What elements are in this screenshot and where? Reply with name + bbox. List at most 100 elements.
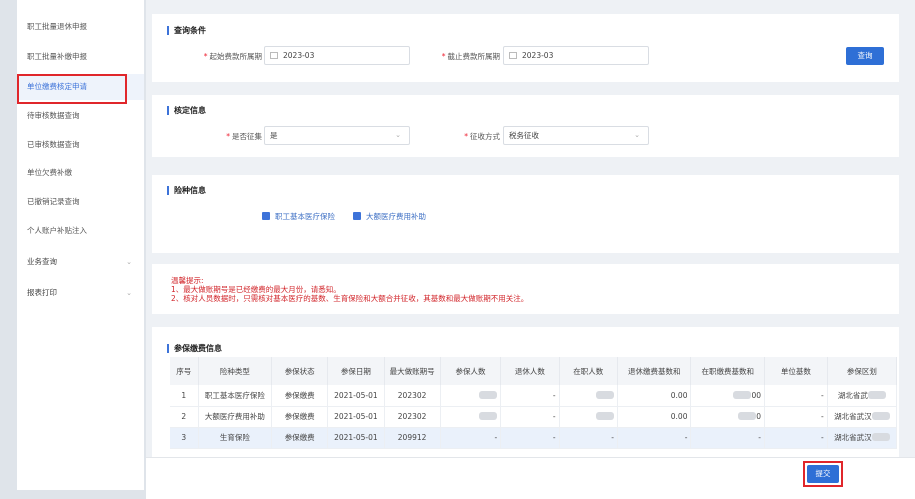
chevron-down-icon: ⌄ — [126, 289, 132, 297]
collect-select[interactable]: 是 ⌄ — [264, 126, 410, 145]
table-cell: 2 — [170, 406, 199, 428]
submit-button[interactable]: 提交 — [807, 465, 839, 483]
redacted-value — [479, 390, 498, 399]
column-header: 最大做账期号 — [384, 357, 441, 385]
table-cell: 2021-05-01 — [327, 406, 385, 428]
redacted-value — [595, 412, 614, 420]
column-header: 参保状态 — [271, 357, 329, 385]
column-header: 退休人数 — [500, 357, 560, 385]
query-button[interactable]: 查询 — [846, 47, 884, 65]
method-select[interactable]: 税务征收 ⌄ — [503, 126, 649, 145]
column-header: 退休缴费基数和 — [617, 357, 692, 385]
table-row[interactable]: 3 生育保险 参保缴费 2021-05-01 209912 - - - - - … — [170, 427, 898, 449]
sidebar-item-arrears-payment[interactable]: 单位欠费补缴 — [17, 160, 144, 186]
redacted-value — [871, 433, 890, 441]
redacted-value — [871, 412, 890, 420]
table-cell: 1 — [170, 385, 199, 407]
sidebar: 职工批量退休申报 职工批量补缴申报 单位缴费核定申请 待审核数据查询 已审核数据… — [17, 0, 144, 490]
table-cell: - — [500, 427, 560, 449]
table-cell: 2021-05-01 — [327, 385, 385, 407]
table-cell: 湖北省武 — [827, 385, 898, 407]
chevron-down-icon: ⌄ — [126, 258, 132, 266]
sidebar-item-approved-query[interactable]: 已审核数据查询 — [17, 132, 144, 158]
sidebar-item-batch-supplement[interactable]: 职工批量补缴申报 — [17, 44, 144, 70]
start-period-field[interactable]: 2023-03 — [264, 46, 410, 65]
end-period-field[interactable]: 2023-03 — [503, 46, 649, 65]
table-header-row: 序号 险种类型 参保状态 参保日期 最大做账期号 参保人数 退休人数 在职人数 … — [170, 357, 898, 385]
chevron-down-icon: ⌄ — [634, 131, 640, 139]
sidebar-item-revoked-query[interactable]: 已撤销记录查询 — [17, 189, 144, 215]
redacted-value — [738, 412, 757, 420]
table-cell: 湖北省武汉 — [827, 427, 898, 449]
column-header: 参保日期 — [327, 357, 385, 385]
redacted-value — [733, 390, 752, 399]
section-title: 参保缴费信息 — [167, 344, 222, 353]
calendar-icon — [270, 52, 278, 59]
table-cell: - — [764, 406, 828, 428]
end-period-label: * 截止费款所属期 — [441, 52, 500, 61]
table-cell: 3 — [170, 427, 199, 449]
redacted-value — [867, 390, 886, 399]
sidebar-item-unit-fee-approval[interactable]: 单位缴费核定申请 — [17, 74, 144, 104]
sidebar-group-label: 业务查询 — [27, 257, 57, 266]
calendar-icon — [509, 52, 517, 59]
table-cell: 生育保险 — [198, 427, 273, 449]
tip-line-1: 1、最大做账期号是已经缴费的最大月份，请悉知。 — [171, 285, 341, 294]
payment-table: 序号 险种类型 参保状态 参保日期 最大做账期号 参保人数 退休人数 在职人数 … — [170, 357, 898, 449]
checkbox-basic-medical[interactable]: 职工基本医疗保险 — [262, 211, 335, 222]
section-title: 查询条件 — [167, 26, 206, 35]
table-cell: 参保缴费 — [271, 406, 329, 428]
tip-line-2: 2、核对人员数据时，只需核对基本医疗的基数、生育保险和大额合并征收，其基数和最大… — [171, 294, 529, 303]
column-header: 在职人数 — [559, 357, 618, 385]
approval-card: 核定信息 * 是否征集 是 ⌄ * 征收方式 税务征收 ⌄ — [152, 95, 899, 157]
table-cell: - — [617, 427, 692, 449]
checkbox-checked-icon — [353, 212, 361, 220]
table-cell: 202302 — [384, 385, 441, 407]
table-row[interactable]: 2 大额医疗费用补助 参保缴费 2021-05-01 202302 - 0.00… — [170, 406, 898, 428]
insurance-card: 险种信息 职工基本医疗保险 大额医疗费用补助 — [152, 175, 899, 253]
table-cell: 参保缴费 — [271, 427, 329, 449]
column-header: 序号 — [170, 357, 199, 385]
sidebar-item-pending-query[interactable]: 待审核数据查询 — [17, 103, 144, 129]
table-row[interactable]: 1 职工基本医疗保险 参保缴费 2021-05-01 202302 - 0.00… — [170, 385, 898, 407]
table-cell — [559, 385, 618, 407]
tips-card: 温馨提示: 1、最大做账期号是已经缴费的最大月份，请悉知。 2、核对人员数据时，… — [152, 264, 899, 314]
method-label: * 征收方式 — [464, 132, 500, 141]
table-cell: - — [440, 427, 502, 449]
collect-label: * 是否征集 — [226, 132, 262, 141]
checkbox-large-medical[interactable]: 大额医疗费用补助 — [353, 211, 426, 222]
section-title: 核定信息 — [167, 106, 206, 115]
column-header: 险种类型 — [198, 357, 273, 385]
footer-bar — [146, 457, 915, 499]
table-cell: - — [559, 427, 618, 449]
column-header: 参保人数 — [440, 357, 502, 385]
sidebar-item-account-subsidy[interactable]: 个人账户补贴注入 — [17, 218, 144, 244]
sidebar-group-business-query[interactable]: 业务查询 ⌄ — [17, 249, 144, 275]
table-cell: 大额医疗费用补助 — [198, 406, 273, 428]
table-cell: 0.00 — [617, 406, 692, 428]
redacted-value — [479, 412, 498, 420]
chevron-down-icon: ⌄ — [395, 131, 401, 139]
main-content: 查询条件 * 起始费款所属期 2023-03 * 截止费款所属期 2023-03 查… — [146, 0, 915, 499]
query-card: 查询条件 * 起始费款所属期 2023-03 * 截止费款所属期 2023-03 查… — [152, 14, 899, 82]
table-cell: 2021-05-01 — [327, 427, 385, 449]
redacted-value — [595, 390, 614, 399]
submit-highlight: 提交 — [803, 461, 843, 487]
column-header: 参保区划 — [827, 357, 898, 385]
payment-card: 参保缴费信息 序号 险种类型 参保状态 参保日期 最大做账期号 参保人数 退休人… — [152, 327, 899, 457]
start-period-label: * 起始费款所属期 — [203, 52, 262, 61]
table-cell: - — [500, 406, 560, 428]
sidebar-group-label: 报表打印 — [27, 288, 57, 297]
table-cell: 0 — [690, 406, 765, 428]
section-title: 险种信息 — [167, 186, 206, 195]
column-header: 单位基数 — [764, 357, 828, 385]
sidebar-item-batch-retire[interactable]: 职工批量退休申报 — [17, 14, 144, 40]
table-cell: - — [500, 385, 560, 407]
tip-heading: 温馨提示: — [171, 276, 204, 285]
sidebar-group-report-print[interactable]: 报表打印 ⌄ — [17, 280, 144, 306]
checkbox-checked-icon — [262, 212, 270, 220]
table-cell: 参保缴费 — [271, 385, 329, 407]
table-cell — [440, 406, 502, 428]
table-cell: 202302 — [384, 406, 441, 428]
table-cell: - — [764, 427, 828, 449]
